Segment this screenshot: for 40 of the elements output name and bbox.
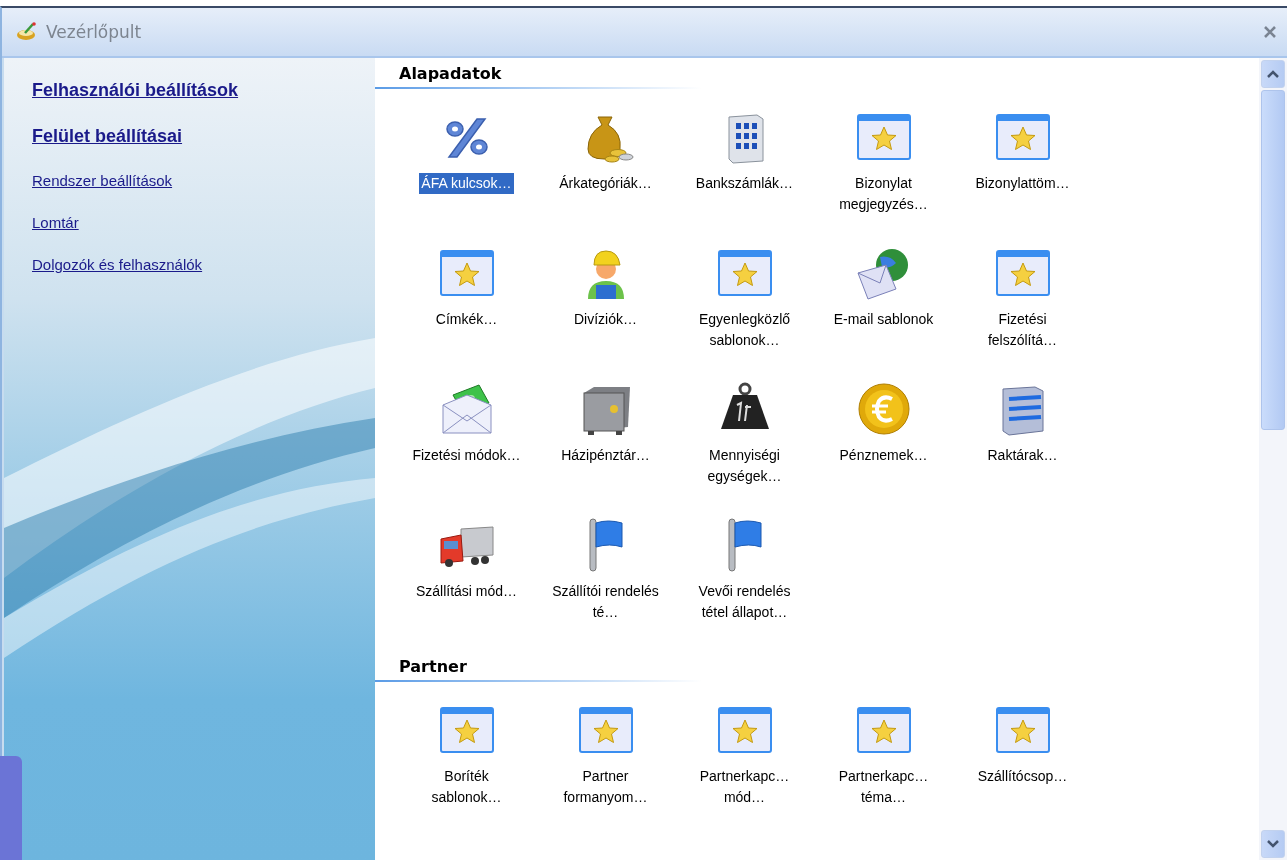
item-label[interactable]: Bankszámlák…	[693, 173, 796, 194]
item-label[interactable]: Egyenlegközlő sablonok…	[686, 309, 803, 351]
scroll-down-button[interactable]	[1261, 830, 1285, 858]
item-label[interactable]: Partner formanyom…	[547, 766, 664, 808]
item-label[interactable]: Pénznemek…	[837, 445, 930, 466]
scroll-thumb[interactable]	[1261, 90, 1285, 430]
item-label[interactable]: Árkategóriák…	[557, 173, 654, 194]
item-label[interactable]: Mennyiségi egységek…	[686, 445, 803, 487]
item-label[interactable]: Házipénztár…	[559, 445, 652, 466]
close-icon[interactable]	[1263, 25, 1277, 39]
item-label[interactable]: Bizonylat megjegyzés…	[825, 173, 942, 215]
item-label[interactable]: Raktárak…	[985, 445, 1060, 466]
item-label[interactable]: Bizonylattöm…	[973, 173, 1072, 194]
vertical-scrollbar[interactable]	[1259, 58, 1287, 860]
item-label[interactable]: Divíziók…	[572, 309, 639, 330]
euro-coin-icon[interactable]	[855, 381, 912, 437]
section-header: Alapadatok	[375, 64, 919, 89]
section-header: Partner	[375, 657, 919, 682]
item-label[interactable]: Partnerkapc… mód…	[686, 766, 803, 808]
scroll-up-button[interactable]	[1261, 60, 1285, 88]
item-label[interactable]: Szállítói rendelés té…	[547, 581, 664, 623]
window-title: Vezérlőpult	[46, 22, 143, 42]
sidebar-link[interactable]: Felület beállításai	[32, 126, 183, 147]
sidebar-link[interactable]: Felhasználói beállítások	[32, 80, 239, 101]
item-label[interactable]: ÁFA kulcsok…	[419, 173, 514, 194]
item-label[interactable]: Szállítócsop…	[975, 766, 1070, 787]
item-label[interactable]: Vevői rendelés tétel állapot…	[686, 581, 803, 623]
item-label[interactable]: Boríték sablonok…	[408, 766, 525, 808]
sidebar-link[interactable]: Lomtár	[32, 214, 79, 231]
down-chevron-icon	[1267, 840, 1279, 848]
item-label[interactable]: Címkék…	[433, 309, 500, 330]
item-label[interactable]: Fizetési módok…	[410, 445, 523, 466]
sidebar-link[interactable]: Dolgozók és felhasználók	[32, 256, 203, 273]
sidebar-link[interactable]: Rendszer beállítások	[32, 172, 173, 189]
item-label[interactable]: Szállítási mód…	[413, 581, 520, 602]
item-label[interactable]: E-mail sablonok	[831, 309, 936, 330]
brush-bowl-icon	[16, 22, 38, 42]
item-label[interactable]: Partnerkapc… téma…	[825, 766, 942, 808]
item-label[interactable]: Fizetési felszólítá…	[964, 309, 1081, 351]
up-chevron-icon	[1267, 70, 1279, 78]
